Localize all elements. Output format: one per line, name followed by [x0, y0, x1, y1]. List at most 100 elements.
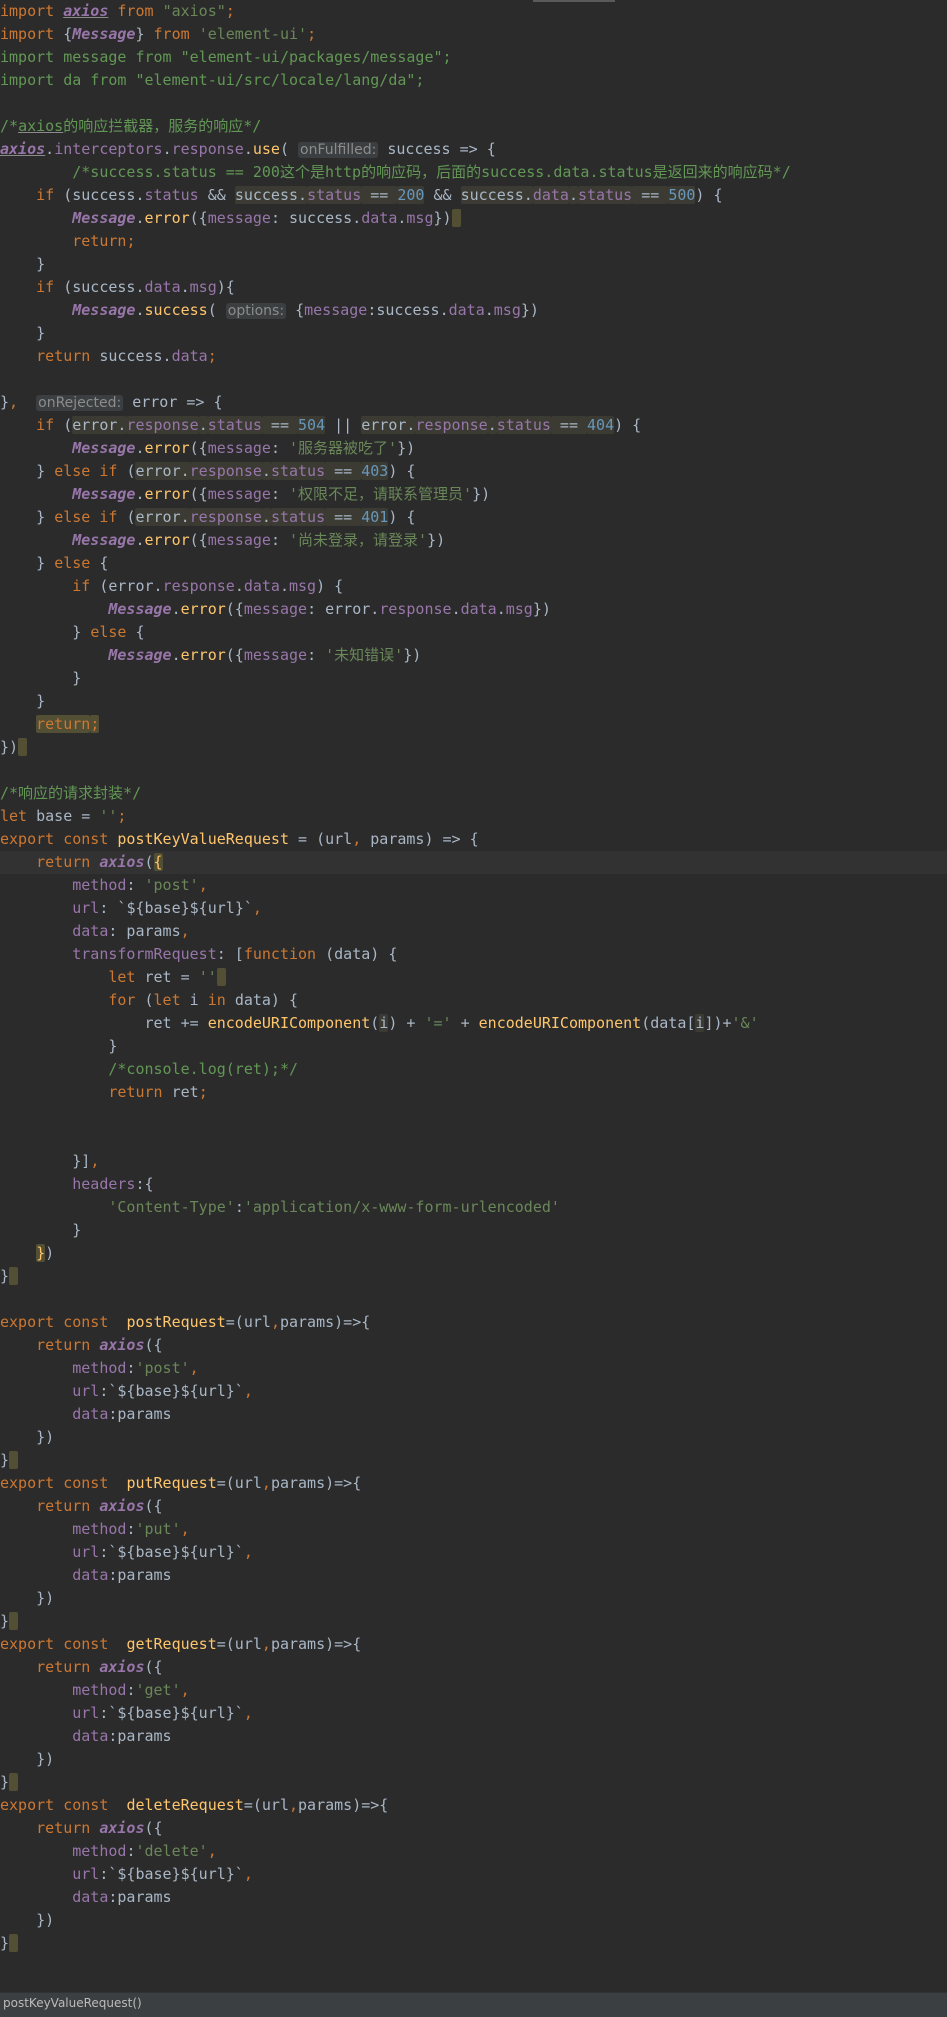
code-token: "axios" — [162, 2, 226, 20]
code-line[interactable]: }) — [0, 736, 947, 759]
code-line[interactable]: Message.error({message: '权限不足，请联系管理员'}) — [0, 483, 947, 506]
code-line[interactable]: } else if (error.response.status == 401)… — [0, 506, 947, 529]
code-line[interactable] — [0, 1288, 947, 1311]
code-token: : ` — [99, 899, 127, 917]
code-line[interactable]: } — [0, 1932, 947, 1955]
code-line[interactable]: ret += encodeURIComponent(i) + '=' + enc… — [0, 1012, 947, 1035]
code-line[interactable]: url:`${base}${url}`, — [0, 1380, 947, 1403]
code-line[interactable]: } — [0, 1035, 947, 1058]
code-line[interactable]: }) — [0, 1242, 947, 1265]
code-line[interactable] — [0, 92, 947, 115]
code-line[interactable]: url:`${base}${url}`, — [0, 1702, 947, 1725]
code-line[interactable]: } else { — [0, 552, 947, 575]
code-line[interactable]: return axios({ — [0, 1817, 947, 1840]
breadcrumb[interactable]: postKeyValueRequest() — [3, 1996, 142, 2010]
code-line[interactable]: 'Content-Type':'application/x-www-form-u… — [0, 1196, 947, 1219]
code-token: ( — [370, 1014, 380, 1032]
code-line[interactable]: }) — [0, 1587, 947, 1610]
code-line[interactable]: Message.success( options: {message:succe… — [0, 299, 947, 322]
code-line[interactable]: }) — [0, 1748, 947, 1771]
code-line[interactable] — [0, 1127, 947, 1150]
code-line[interactable]: }], — [0, 1150, 947, 1173]
code-line[interactable]: Message.error({message: success.data.msg… — [0, 207, 947, 230]
code-line[interactable]: Message.error({message: '服务器被吃了'}) — [0, 437, 947, 460]
code-line[interactable] — [0, 368, 947, 391]
code-line[interactable]: } else if (error.response.status == 403)… — [0, 460, 947, 483]
code-token: 'post' — [144, 876, 199, 894]
code-line[interactable]: import da from "element-ui/src/locale/la… — [0, 69, 947, 92]
code-token: '' — [198, 968, 217, 986]
code-line[interactable]: Message.error({message: '未知错误'}) — [0, 644, 947, 667]
code-line[interactable]: } — [0, 690, 947, 713]
code-token: : — [126, 876, 145, 894]
code-line[interactable]: return; — [0, 713, 947, 736]
code-line[interactable]: } — [0, 667, 947, 690]
code-line[interactable]: url: `${base}${url}`, — [0, 897, 947, 920]
code-line[interactable]: /*响应的请求封装*/ — [0, 782, 947, 805]
code-line[interactable]: method:'put', — [0, 1518, 947, 1541]
code-line[interactable]: url:`${base}${url}`, — [0, 1863, 947, 1886]
code-line[interactable]: data:params — [0, 1886, 947, 1909]
status-bar: postKeyValueRequest() — [0, 1992, 947, 2017]
code-line[interactable]: let base = ''; — [0, 805, 947, 828]
code-token: } — [0, 255, 46, 273]
code-line[interactable]: let ret = '' — [0, 966, 947, 989]
code-line[interactable]: data:params — [0, 1725, 947, 1748]
code-line[interactable]: } else { — [0, 621, 947, 644]
code-line[interactable]: transformRequest: [function (data) { — [0, 943, 947, 966]
code-line[interactable]: export const getRequest=(url,params)=>{ — [0, 1633, 947, 1656]
code-line[interactable]: if (success.status && success.status == … — [0, 184, 947, 207]
code-line[interactable]: /*console.log(ret);*/ — [0, 1058, 947, 1081]
code-token: encodeURIComponent — [207, 1014, 371, 1032]
code-line[interactable]: /*axios的响应拦截器，服务的响应*/ — [0, 115, 947, 138]
code-line[interactable]: export const postKeyValueRequest = (url,… — [0, 828, 947, 851]
code-line[interactable]: return; — [0, 230, 947, 253]
code-line[interactable]: } — [0, 253, 947, 276]
code-editor[interactable]: import axios from "axios"; import {Messag… — [0, 0, 947, 1992]
code-line[interactable]: if (error.response.data.msg) { — [0, 575, 947, 598]
code-line[interactable]: import message from "element-ui/packages… — [0, 46, 947, 69]
code-line[interactable]: }) — [0, 1909, 947, 1932]
code-line[interactable]: return axios({ — [0, 1495, 947, 1518]
code-line[interactable]: axios.interceptors.response.use( onFulfi… — [0, 138, 947, 161]
code-line[interactable]: } — [0, 1449, 947, 1472]
code-line[interactable]: return ret; — [0, 1081, 947, 1104]
code-line[interactable]: return axios({ — [0, 1656, 947, 1679]
code-line[interactable]: method:'post', — [0, 1357, 947, 1380]
code-line[interactable]: data:params — [0, 1403, 947, 1426]
code-line[interactable]: method: 'post', — [0, 874, 947, 897]
code-line[interactable]: }, onRejected: error => { — [0, 391, 947, 414]
code-line[interactable]: method:'delete', — [0, 1840, 947, 1863]
code-line[interactable]: return success.data; — [0, 345, 947, 368]
code-line[interactable] — [0, 1104, 947, 1127]
code-line[interactable]: } — [0, 1771, 947, 1794]
code-line[interactable]: headers:{ — [0, 1173, 947, 1196]
code-line[interactable]: import axios from "axios"; — [0, 0, 947, 23]
code-line[interactable]: }) — [0, 1426, 947, 1449]
code-line[interactable]: data:params — [0, 1564, 947, 1587]
code-line[interactable]: } — [0, 1265, 947, 1288]
code-line[interactable]: /*success.status == 200这个是http的响应码，后面的su… — [0, 161, 947, 184]
code-line[interactable] — [0, 759, 947, 782]
code-line[interactable]: method:'get', — [0, 1679, 947, 1702]
code-line[interactable]: return axios({ — [0, 1334, 947, 1357]
code-token: message — [243, 600, 308, 618]
code-line[interactable]: data: params, — [0, 920, 947, 943]
code-token: '未知错误' — [325, 646, 404, 664]
code-line[interactable]: Message.error({message: error.response.d… — [0, 598, 947, 621]
code-line[interactable]: if (success.data.msg){ — [0, 276, 947, 299]
code-line[interactable]: } — [0, 1219, 947, 1242]
code-line[interactable]: Message.error({message: '尚未登录，请登录'}) — [0, 529, 947, 552]
code-line[interactable]: url:`${base}${url}`, — [0, 1541, 947, 1564]
code-line[interactable]: export const postRequest=(url,params)=>{ — [0, 1311, 947, 1334]
code-line[interactable]: } — [0, 1610, 947, 1633]
code-line[interactable]: if (error.response.status == 504 || erro… — [0, 414, 947, 437]
code-line[interactable]: } — [0, 322, 947, 345]
code-line[interactable]: import {Message} from 'element-ui'; — [0, 23, 947, 46]
code-line[interactable]: export const putRequest=(url,params)=>{ — [0, 1472, 947, 1495]
code-line[interactable]: return axios({ — [0, 851, 947, 874]
code-line[interactable]: for (let i in data) { — [0, 989, 947, 1012]
code-line[interactable]: export const deleteRequest=(url,params)=… — [0, 1794, 947, 1817]
